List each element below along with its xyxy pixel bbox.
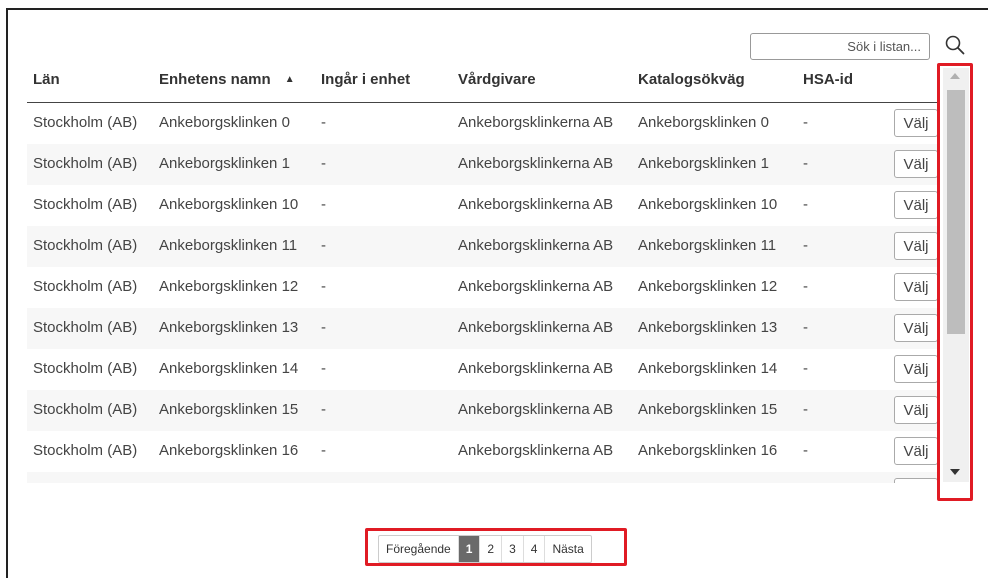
search-box: [750, 33, 930, 60]
column-header-enhetens-namn[interactable]: Enhetens namn ▲: [159, 71, 295, 88]
table-row: Stockholm (AB) Ankeborgsklinken 10 - Ankebo…: [27, 185, 937, 227]
cell-ingar-i-enhet: -: [321, 442, 326, 459]
cell-lan: Stockholm (AB): [33, 155, 138, 172]
search-icon[interactable]: [944, 34, 966, 56]
cell-unit-name: Ankeborgsklinken 13: [159, 319, 299, 336]
cell-unit-name: Ankeborgsklinken 1: [159, 155, 290, 172]
cell-hsa-id: -: [803, 155, 808, 172]
table-row: Stockholm (AB) Ankeborgsklinken 11 - Ankebo…: [27, 226, 937, 268]
cell-vardgivare: Ankeborgsklinkerna AB: [458, 114, 614, 131]
cell-ingar-i-enhet: -: [321, 114, 326, 131]
cell-hsa-id: -: [803, 237, 808, 254]
select-unit-button[interactable]: Välj: [894, 437, 937, 465]
cell-lan: Stockholm (AB): [33, 237, 138, 254]
column-header-ingar-i-enhet[interactable]: Ingår i enhet: [321, 71, 410, 88]
select-unit-button[interactable]: Välj: [894, 109, 937, 137]
cell-unit-name: Ankeborgsklinken 12: [159, 278, 299, 295]
select-unit-button[interactable]: Välj: [894, 314, 937, 342]
cell-vardgivare: Ankeborgsklinkerna AB: [458, 319, 614, 336]
cell-lan: Stockholm (AB): [33, 196, 138, 213]
cell-vardgivare: Ankeborgsklinkerna AB: [458, 360, 614, 377]
select-unit-button[interactable]: Välj: [894, 150, 937, 178]
column-header-hsa-id[interactable]: HSA-id: [803, 71, 853, 88]
table-row: Stockholm (AB) Ankeborgsklinken 13 - Ankebo…: [27, 308, 937, 350]
cell-hsa-id: -: [803, 401, 808, 418]
cell-vardgivare: Ankeborgsklinkerna AB: [458, 237, 614, 254]
cell-hsa-id: -: [803, 319, 808, 336]
cell-lan: Stockholm (AB): [33, 360, 138, 377]
cell-lan: Stockholm (AB): [33, 278, 138, 295]
cell-unit-name: Ankeborgsklinken 0: [159, 114, 290, 131]
cell-ingar-i-enhet: -: [321, 237, 326, 254]
cell-ingar-i-enhet: -: [321, 360, 326, 377]
cell-vardgivare: Ankeborgsklinkerna AB: [458, 278, 614, 295]
cell-katalogsokvag: Ankeborgsklinken 12: [638, 278, 778, 295]
cell-vardgivare: Ankeborgsklinkerna AB: [458, 155, 614, 172]
select-unit-button[interactable]: Välj: [894, 355, 937, 383]
table-row: Stockholm (AB) Ankeborgsklinken 15 - Ankebo…: [27, 390, 937, 432]
column-header-vardgivare[interactable]: Vårdgivare: [458, 71, 536, 88]
select-unit-button[interactable]: Välj: [894, 273, 937, 301]
table-row: Stockholm (AB) Ankeborgsklinken 0 - Ankebor…: [27, 103, 937, 145]
cell-ingar-i-enhet: -: [321, 401, 326, 418]
table-row: Stockholm (AB) Ankeborgsklinken 12 - Ankebo…: [27, 267, 937, 309]
cell-ingar-i-enhet: -: [321, 319, 326, 336]
select-unit-button[interactable]: [894, 478, 937, 483]
cell-katalogsokvag: Ankeborgsklinken 15: [638, 401, 778, 418]
cell-lan: Stockholm (AB): [33, 442, 138, 459]
cell-hsa-id: -: [803, 360, 808, 377]
cell-ingar-i-enhet: -: [321, 155, 326, 172]
cell-vardgivare: Ankeborgsklinkerna AB: [458, 401, 614, 418]
cell-ingar-i-enhet: -: [321, 278, 326, 295]
cell-katalogsokvag: Ankeborgsklinken 0: [638, 114, 769, 131]
cell-hsa-id: -: [803, 114, 808, 131]
cell-lan: Stockholm (AB): [33, 114, 138, 131]
cell-unit-name: Ankeborgsklinken 16: [159, 442, 299, 459]
select-unit-button[interactable]: Välj: [894, 232, 937, 260]
cell-katalogsokvag: Ankeborgsklinken 14: [638, 360, 778, 377]
pagination-highlight: [365, 528, 627, 566]
cell-unit-name: Ankeborgsklinken 14: [159, 360, 299, 377]
cell-hsa-id: -: [803, 196, 808, 213]
cell-hsa-id: -: [803, 278, 808, 295]
cell-katalogsokvag: Ankeborgsklinken 10: [638, 196, 778, 213]
cell-vardgivare: Ankeborgsklinkerna AB: [458, 442, 614, 459]
cell-vardgivare: Ankeborgsklinkerna AB: [458, 196, 614, 213]
cell-katalogsokvag: Ankeborgsklinken 1: [638, 155, 769, 172]
cell-lan: Stockholm (AB): [33, 319, 138, 336]
cell-katalogsokvag: Ankeborgsklinken 11: [638, 237, 777, 254]
select-unit-button[interactable]: Välj: [894, 396, 937, 424]
cell-lan: Stockholm (AB): [33, 401, 138, 418]
table-row: Stockholm (AB) Ankeborgsklinken 14 - Ankebo…: [27, 349, 937, 391]
cell-unit-name: Ankeborgsklinken 11: [159, 237, 298, 254]
column-header-katalogsokvag[interactable]: Katalogsökväg: [638, 71, 745, 88]
table-header: Län Enhetens namn ▲ Ingår i enhet Vårdgiv…: [27, 62, 937, 103]
sort-ascending-icon[interactable]: ▲: [285, 74, 295, 85]
table-row: Stockholm (AB) Ankeborgsklinken 1 - Ankebor…: [27, 144, 937, 186]
column-header-label: Enhetens namn: [159, 71, 271, 88]
cell-katalogsokvag: Ankeborgsklinken 13: [638, 319, 778, 336]
cell-hsa-id: -: [803, 442, 808, 459]
table-body: Stockholm (AB) Ankeborgsklinken 0 - Ankebor…: [27, 103, 937, 483]
cell-ingar-i-enhet: -: [321, 196, 326, 213]
table-row-partial: [27, 472, 937, 483]
column-header-lan[interactable]: Län: [33, 71, 60, 88]
cell-unit-name: Ankeborgsklinken 15: [159, 401, 299, 418]
table-row: Stockholm (AB) Ankeborgsklinken 16 - Ankebo…: [27, 431, 937, 473]
scrollbar-highlight: [937, 63, 973, 501]
search-input[interactable]: [750, 33, 930, 60]
cell-unit-name: Ankeborgsklinken 10: [159, 196, 299, 213]
cell-katalogsokvag: Ankeborgsklinken 16: [638, 442, 778, 459]
select-unit-button[interactable]: Välj: [894, 191, 937, 219]
